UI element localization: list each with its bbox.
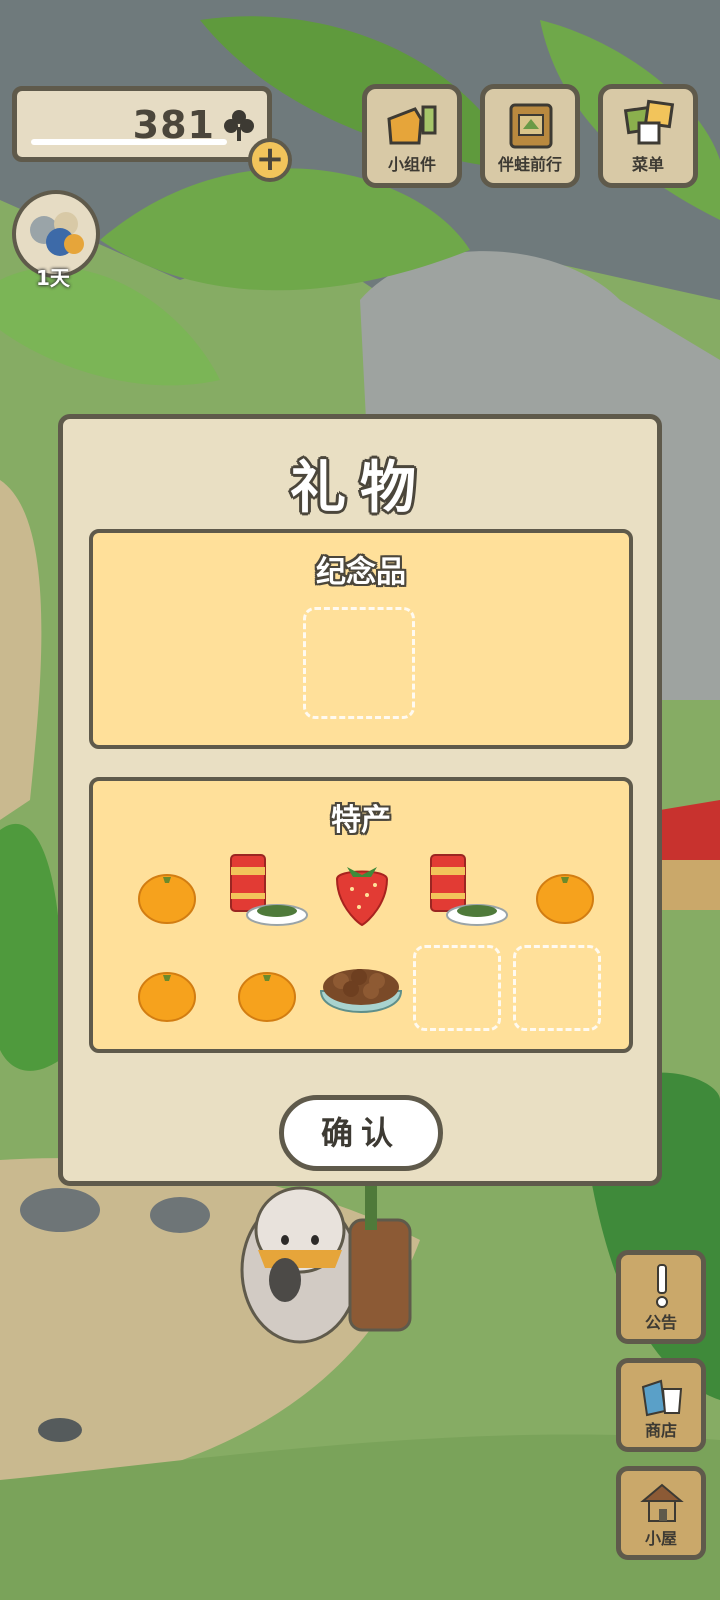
clover-counter: 381 — [12, 86, 272, 162]
shop-bag-icon — [641, 1379, 683, 1417]
exclamation-icon — [656, 1264, 668, 1308]
chestnut-bowl-icon[interactable] — [315, 947, 407, 1035]
confirm-button[interactable]: 确认 — [279, 1095, 443, 1171]
menu-button[interactable]: 菜单 — [598, 84, 698, 188]
orange-icon[interactable] — [227, 953, 307, 1033]
announcement-button[interactable]: 公告 — [616, 1250, 706, 1344]
souvenir-panel: 纪念品 — [89, 529, 633, 749]
souvenir-empty-slot — [303, 607, 415, 719]
tea-can-icon[interactable] — [223, 849, 313, 939]
travel-with-frog-label: 伴蛙前行 — [497, 155, 562, 174]
menu-label: 菜单 — [631, 155, 664, 174]
orange-icon[interactable] — [525, 855, 605, 935]
widget-label: 小组件 — [387, 155, 436, 174]
specialty-title: 特产 — [331, 803, 391, 838]
orange-icon[interactable] — [127, 855, 207, 935]
strawberry-icon[interactable] — [327, 851, 397, 931]
specialty-empty-slot — [413, 945, 501, 1031]
house-button[interactable]: 小屋 — [616, 1466, 706, 1560]
house-label: 小屋 — [644, 1529, 677, 1548]
travel-with-frog-button[interactable]: 伴蛙前行 — [480, 84, 580, 188]
tea-can-icon[interactable] — [423, 849, 513, 939]
house-icon — [640, 1483, 684, 1522]
souvenir-title: 纪念品 — [316, 555, 406, 590]
widget-button[interactable]: 小组件 — [362, 84, 462, 188]
visitor-days-label: 1天 — [36, 266, 70, 290]
announcement-label: 公告 — [644, 1313, 677, 1332]
clover-bar-track — [31, 139, 227, 145]
menu-icon — [623, 99, 675, 145]
shop-label: 商店 — [644, 1421, 677, 1440]
clover-icon — [224, 110, 254, 141]
orange-icon[interactable] — [127, 953, 207, 1033]
specialty-empty-slot — [513, 945, 601, 1031]
travel-book-icon — [509, 103, 553, 149]
dialog-title: 礼物 — [290, 456, 430, 521]
gift-dialog: 礼物 纪念品 特产 确认 — [58, 414, 662, 1186]
shop-button[interactable]: 商店 — [616, 1358, 706, 1452]
add-clover-button[interactable]: + — [248, 138, 292, 182]
widget-icon — [387, 105, 437, 145]
specialty-panel: 特产 — [89, 777, 633, 1053]
